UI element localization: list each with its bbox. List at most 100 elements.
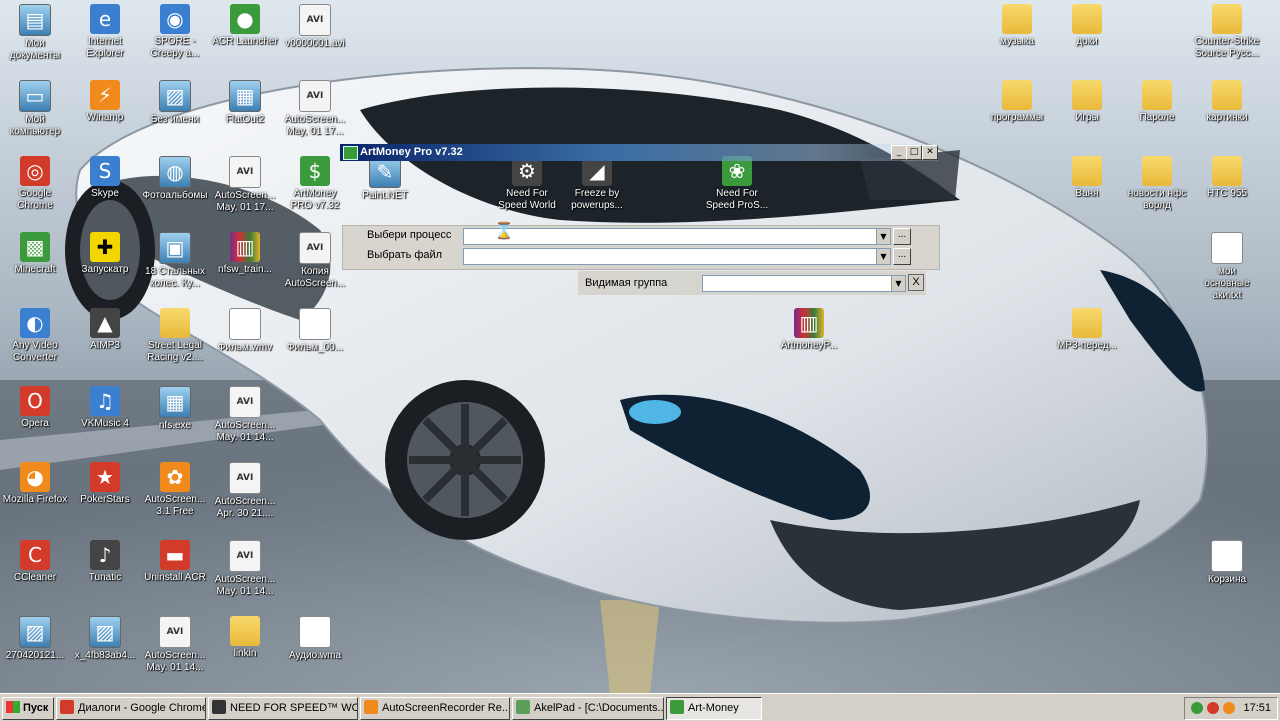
desktop-icon-internet-explorer[interactable]: e Internet Explorer [72, 4, 138, 60]
select-file-combo[interactable]: ▼ [463, 248, 891, 265]
desktop-icon-korzina[interactable]: ♻ Корзина [1194, 540, 1260, 586]
desktop-icon-zapuskator[interactable]: ✚ Запускатр [72, 232, 138, 276]
desktop-icon-label: Игры [1075, 112, 1099, 123]
desktop-icon-my-documents[interactable]: ▤ Мои документы [2, 4, 68, 62]
chevron-down-icon[interactable]: ▼ [891, 276, 905, 291]
desktop-icon-paroli[interactable]: Пароле [1124, 80, 1190, 124]
desktop-icon-htc-955[interactable]: HTC 955 [1194, 156, 1260, 200]
taskbar-button-chrome[interactable]: Диалоги - Google Chrome [56, 697, 206, 720]
taskbar-button-artmoney[interactable]: Art-Money [666, 697, 762, 720]
desktop-icon-aimp3[interactable]: ▲ AIMP3 [72, 308, 138, 352]
desktop-icon-novosti-nfs[interactable]: новости нфс ворлд [1124, 156, 1190, 212]
ccleaner-icon: C [20, 540, 50, 570]
desktop-icon-vkmusic[interactable]: ♫ VKMusic 4 [72, 386, 138, 430]
desktop-icon-autoscreen-may01-14c[interactable]: AVI AutoScreen... May. 01 14... [142, 616, 208, 674]
desktop-icon-opera[interactable]: O Opera [2, 386, 68, 430]
desktop-icon-film-wmv[interactable]: ♪ Фильм.wmv [212, 308, 278, 354]
desktop-icon-mp3-pered[interactable]: MP3-перед... [1054, 308, 1120, 352]
desktop-icon-nfs-prostreet[interactable]: ❀ Need For Speed ProS... [704, 156, 770, 212]
taskbar-button-nfs-world[interactable]: NEED FOR SPEED™ WO... [208, 697, 358, 720]
desktop-icon-linkin[interactable]: linkin [212, 616, 278, 660]
uninstall-acr-icon: ▬ [160, 540, 190, 570]
desktop-icon-bez-imeni[interactable]: ▨ Без имени [142, 80, 208, 126]
start-button[interactable]: Пуск [2, 697, 54, 720]
desktop-icon-autoscreen-may01-14b[interactable]: AVI AutoScreen... May. 01 14... [212, 540, 278, 598]
desktop-icon-image-270420[interactable]: ▨ 270420121... [2, 616, 68, 662]
desktop-icon-moi-osnovnye[interactable]: ≡ мои основные аки.txt [1194, 232, 1260, 302]
desktop-icon-skype[interactable]: S Skype [72, 156, 138, 200]
visible-group-close-button[interactable]: X [908, 274, 924, 291]
desktop-icon-freeze-powerups[interactable]: ◢ Freeze by powerups... [564, 156, 630, 212]
desktop-icon-muzyka[interactable]: музыка [984, 4, 1050, 48]
desktop-icon-nfs-world[interactable]: ⚙ Need For Speed World [494, 156, 560, 212]
chevron-down-icon[interactable]: ▼ [876, 249, 890, 264]
desktop-icon-film-00[interactable]: ♪ Фильм_00... [282, 308, 348, 354]
clock[interactable]: 17:51 [1243, 702, 1271, 714]
desktop-icon-18-wheels[interactable]: ▣ 18 Стальных колес. Ку... [142, 232, 208, 290]
desktop-icon-autoscreen-31-free[interactable]: ✿ AutoScreen... 3.1 Free [142, 462, 208, 518]
desktop-icon-paint-net[interactable]: ✎ Paint.NET [352, 156, 418, 202]
desktop-icon-minecraft[interactable]: ▩ Minecraft [2, 232, 68, 276]
artmoney-titlebar[interactable]: ArtMoney Pro v7.32 _ □ ✕ [340, 144, 938, 161]
close-button[interactable]: ✕ [922, 145, 938, 160]
desktop-icon-label: новости нфс ворлд [1127, 188, 1187, 211]
desktop-icon-label: HTC 955 [1206, 188, 1247, 199]
desktop-icon-label: AutoScreen... May, 01 17... [214, 190, 276, 213]
skype-icon: S [90, 156, 120, 186]
desktop-icon-autoscreen-may01-17b[interactable]: AVI AutoScreen... May, 01 17... [212, 156, 278, 214]
visible-group-combo[interactable]: ▼ [702, 275, 906, 292]
desktop-icon-tunatic[interactable]: ♪ Tunatic [72, 540, 138, 584]
chevron-down-icon[interactable]: ▼ [876, 229, 890, 244]
network-icon[interactable] [1191, 702, 1203, 714]
desktop-icon-artmoney-rar[interactable]: ▥ ArtmoneyP... [776, 308, 842, 352]
desktop-icon-audio-wma[interactable]: ♪ Аудио.wma [282, 616, 348, 662]
desktop-icon-winamp[interactable]: ⚡ Winamp [72, 80, 138, 124]
image-270420-icon: ▨ [19, 616, 51, 648]
browse-file-button[interactable]: ... [893, 248, 911, 265]
desktop-icon-counter-strike[interactable]: Counter-Strike Source Русс... [1194, 4, 1260, 60]
desktop-icon-uninstall-acr[interactable]: ▬ Uninstall ACR [142, 540, 208, 584]
desktop-icon-vanya[interactable]: Ваня [1054, 156, 1120, 200]
desktop-icon-label: Без имени [150, 114, 200, 125]
volume-icon[interactable] [1223, 702, 1235, 714]
desktop-icon-mozilla-firefox[interactable]: ◕ Mozilla Firefox [2, 462, 68, 506]
desktop-icon-artmoney-pro[interactable]: $ ArtMoney PRO v7.32 [282, 156, 348, 212]
desktop-icon-ccleaner[interactable]: C CCleaner [2, 540, 68, 584]
desktop-icon-street-legal[interactable]: Street Legal Racing v2.... [142, 308, 208, 364]
desktop-icon-any-video-converter[interactable]: ◐ Any Video Converter [2, 308, 68, 364]
desktop-icon-label: AutoScreen... May. 01 14... [214, 420, 276, 443]
desktop-icon-flatout2[interactable]: ▦ FlatOut2 [212, 80, 278, 126]
taskbar-button-autoscreen[interactable]: AutoScreenRecorder Re... [360, 697, 510, 720]
select-process-combo[interactable]: ▼ [463, 228, 891, 245]
desktop-icon-autoscreen-apr30[interactable]: AVI AutoScreen... Apr. 30 21.... [212, 462, 278, 520]
desktop-icon-igry[interactable]: Игры [1054, 80, 1120, 124]
antivirus-icon[interactable] [1207, 702, 1219, 714]
minimize-button[interactable]: _ [891, 145, 907, 160]
desktop-icon-label: 270420121... [5, 650, 65, 661]
desktop-icon-pokerstars[interactable]: ★ PokerStars [72, 462, 138, 506]
desktop-icon-photo-albums[interactable]: ◍ Фотоальбомы [142, 156, 208, 202]
desktop-icon-kopiya-autoscreen[interactable]: AVI Копия AutoScreen... [282, 232, 348, 290]
desktop-icon-v0000001[interactable]: AVI v0000001.avi [282, 4, 348, 50]
desktop-icon-nfs-exe[interactable]: ▦ nfs.exe [142, 386, 208, 432]
desktop-icon-image-4fb83[interactable]: ▨ x_4fb83ab4... [72, 616, 138, 662]
taskbar-button-akelpad[interactable]: AkelPad - [C:\Documents... [512, 697, 664, 720]
autoscreen-may01-17a-icon: AVI [299, 80, 331, 112]
moi-osnovnye-icon: ≡ [1211, 232, 1243, 264]
browse-process-button[interactable]: ... [893, 228, 911, 245]
desktop-icon-label: Копия AutoScreen... [284, 266, 346, 289]
desktop-icon-spore[interactable]: ◉ SPORE - Creepy a... [142, 4, 208, 60]
desktop-icon-autoscreen-may01-14a[interactable]: AVI AutoScreen... May. 01 14... [212, 386, 278, 444]
desktop-icon-kartinki[interactable]: картинки [1194, 80, 1260, 124]
desktop-icon-programmy[interactable]: программы [984, 80, 1050, 124]
autoscreen-31-free-icon: ✿ [160, 462, 190, 492]
desktop-icon-doki[interactable]: доки [1054, 4, 1120, 48]
desktop-icon-nfsw-train[interactable]: ▥ nfsw_train... [212, 232, 278, 276]
desktop-icon-autoscreen-may01-17a[interactable]: AVI AutoScreen... May, 01 17... [282, 80, 348, 138]
desktop-icon-acr-launcher[interactable]: ● ACR Launcher [212, 4, 278, 48]
desktop-icon-my-computer[interactable]: ▭ Мой компьютер [2, 80, 68, 138]
desktop-icon-google-chrome[interactable]: ◎ Google Chrome [2, 156, 68, 212]
mozilla-firefox-icon: ◕ [20, 462, 50, 492]
maximize-button[interactable]: □ [906, 145, 922, 160]
chrome-icon [60, 700, 74, 714]
